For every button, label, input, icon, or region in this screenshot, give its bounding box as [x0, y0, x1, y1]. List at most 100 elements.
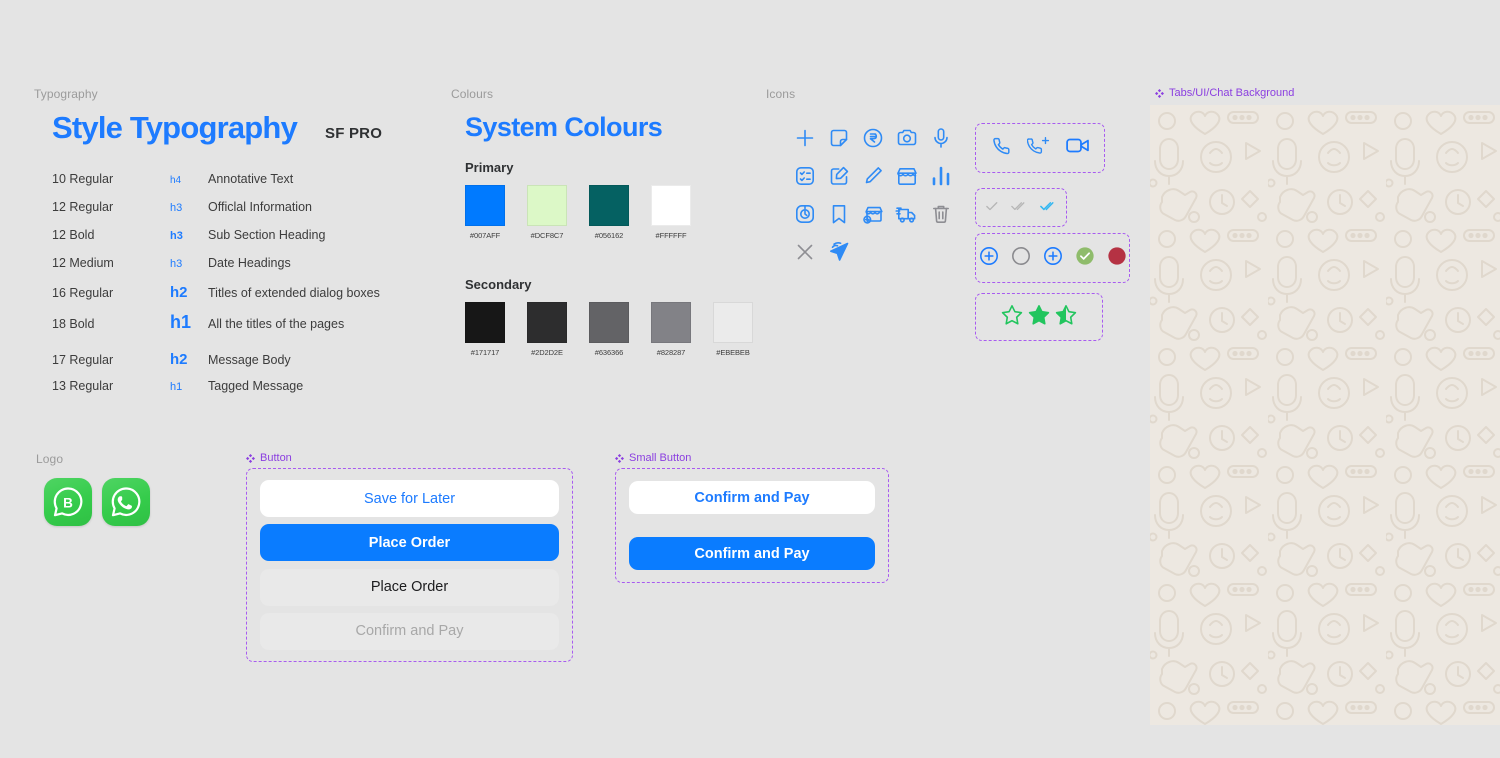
- whatsapp-glyph: [111, 487, 141, 517]
- typography-desc-label: Tagged Message: [208, 379, 304, 393]
- typography-section: Style Typography SF PRO 10 Regular h4 Anno…: [52, 110, 432, 407]
- typography-size-label: 17 Regular: [52, 353, 114, 367]
- secondary-swatch-row: #171717 #2D2D2E #636366 #828287 #EBEBEB: [465, 302, 753, 357]
- typography-size-label: 12 Medium: [52, 256, 114, 270]
- place-order-button[interactable]: Place Order: [260, 524, 559, 562]
- bar-chart-icon[interactable]: [924, 163, 958, 189]
- typography-row: 16 Regular h2 Titles of extended dialog bo…: [52, 284, 432, 312]
- typography-desc-label: Officlal Information: [208, 200, 312, 214]
- confirm-and-pay-button: Confirm and Pay: [260, 612, 559, 650]
- colour-swatch[interactable]: #056162: [589, 185, 629, 240]
- colour-swatch[interactable]: #828287: [651, 302, 691, 357]
- confirm-and-pay-button[interactable]: Confirm and Pay: [629, 481, 875, 514]
- timer-icon[interactable]: [788, 201, 822, 227]
- logo-section: B: [44, 478, 150, 526]
- colour-swatch[interactable]: #2D2D2E: [527, 302, 567, 357]
- typography-size-label: 18 Bold: [52, 317, 95, 331]
- status-icons-row: [976, 234, 1129, 282]
- star-full-icon[interactable]: [1027, 303, 1051, 332]
- colour-swatch[interactable]: #FFFFFF: [651, 185, 691, 240]
- primary-label: Primary: [465, 160, 514, 175]
- confirm-and-pay-button[interactable]: Confirm and Pay: [629, 537, 875, 570]
- secondary-label: Secondary: [465, 277, 532, 292]
- small-button-group-label: Small Button: [615, 452, 691, 464]
- typography-desc-label: All the titles of the pages: [208, 317, 345, 331]
- colour-hex-label: #828287: [656, 348, 686, 357]
- typography-tag-label: h3: [170, 230, 183, 242]
- empty-circle-icon[interactable]: [1011, 246, 1031, 271]
- star-empty-icon[interactable]: [1000, 303, 1024, 332]
- icon-grid: [788, 125, 958, 265]
- check-circle-green-icon[interactable]: [1075, 246, 1095, 271]
- plus-circle-icon[interactable]: [979, 246, 999, 271]
- colour-hex-label: #056162: [594, 231, 624, 240]
- typography-desc-label: Message Body: [208, 353, 291, 367]
- colour-chip: [651, 185, 691, 226]
- small-button-group-label-text: Small Button: [629, 452, 692, 464]
- colour-chip: [713, 302, 753, 343]
- store-icon[interactable]: [890, 163, 924, 189]
- whatsapp-logo: [102, 478, 150, 526]
- chat-background-preview: [1150, 105, 1500, 725]
- place-order-button[interactable]: Place Order: [260, 568, 559, 606]
- chat-background-label: Tabs/UI/Chat Background: [1155, 87, 1294, 99]
- button-list: Save for Later Place Order Place Order Conf…: [247, 469, 572, 661]
- typography-row: 13 Regular h1 Tagged Message: [52, 379, 432, 407]
- component-diamond-icon: [246, 453, 255, 463]
- small-button-group-frame: Confirm and Pay Confirm and Pay: [615, 468, 889, 583]
- pencil-icon[interactable]: [856, 163, 890, 189]
- typography-row: 12 Regular h3 Officlal Information: [52, 200, 432, 228]
- colour-hex-label: #DCF8C7: [530, 231, 564, 240]
- double-check-read-icon: [1039, 199, 1058, 217]
- microphone-icon[interactable]: [924, 125, 958, 151]
- typography-tag-label: h3: [170, 202, 183, 214]
- plus-icon[interactable]: [788, 125, 822, 151]
- status-icons-frame: [975, 233, 1130, 283]
- typography-size-label: 10 Regular: [52, 172, 114, 186]
- store-add-icon[interactable]: [856, 201, 890, 227]
- sticky-note-icon[interactable]: [822, 125, 856, 151]
- typography-size-label: 16 Regular: [52, 286, 114, 300]
- bookmark-icon[interactable]: [822, 201, 856, 227]
- phone-add-icon[interactable]: [1026, 135, 1050, 161]
- section-label-logo: Logo: [36, 452, 64, 466]
- colours-section: System Colours Primary #007AFF #DCF8C7 #05…: [465, 112, 753, 357]
- typography-tag-label: h3: [170, 258, 183, 270]
- button-group-frame: Save for Later Place Order Place Order Conf…: [246, 468, 573, 662]
- delivery-truck-icon[interactable]: [890, 201, 924, 227]
- call-icons-row: [976, 124, 1104, 172]
- primary-swatch-row: #007AFF #DCF8C7 #056162 #FFFFFF: [465, 185, 753, 240]
- rupee-circle-icon[interactable]: [856, 125, 890, 151]
- colour-swatch[interactable]: #DCF8C7: [527, 185, 567, 240]
- save-for-later-button[interactable]: Save for Later: [260, 480, 559, 517]
- edit-square-icon[interactable]: [822, 163, 856, 189]
- close-icon[interactable]: [788, 239, 822, 265]
- plus-circle-icon[interactable]: [1043, 246, 1063, 271]
- phone-icon[interactable]: [990, 135, 1011, 161]
- colour-swatch[interactable]: #EBEBEB: [713, 302, 753, 357]
- icons-section: [788, 125, 958, 265]
- colour-swatch[interactable]: #636366: [589, 302, 629, 357]
- colour-swatch[interactable]: #007AFF: [465, 185, 505, 240]
- whatsapp-business-logo: B: [44, 478, 92, 526]
- video-camera-icon[interactable]: [1066, 136, 1090, 160]
- typography-desc-label: Titles of extended dialog boxes: [208, 286, 380, 300]
- send-icon[interactable]: [822, 239, 856, 265]
- call-icons-frame: [975, 123, 1105, 173]
- colour-chip: [465, 185, 505, 226]
- svg-text:B: B: [63, 495, 73, 510]
- colour-chip: [651, 302, 691, 343]
- camera-icon[interactable]: [890, 125, 924, 151]
- colour-chip: [589, 302, 629, 343]
- colour-hex-label: #171717: [470, 348, 500, 357]
- checklist-icon[interactable]: [788, 163, 822, 189]
- chat-background-label-text: Tabs/UI/Chat Background: [1169, 87, 1295, 99]
- button-group-label-text: Button: [260, 452, 292, 464]
- colour-swatch[interactable]: #171717: [465, 302, 505, 357]
- trash-icon[interactable]: [924, 201, 958, 227]
- component-diamond-icon: [615, 453, 624, 463]
- star-half-icon[interactable]: [1054, 303, 1078, 332]
- filled-circle-red-icon[interactable]: [1107, 246, 1127, 271]
- colour-chip: [527, 302, 567, 343]
- colours-title: System Colours: [465, 112, 663, 142]
